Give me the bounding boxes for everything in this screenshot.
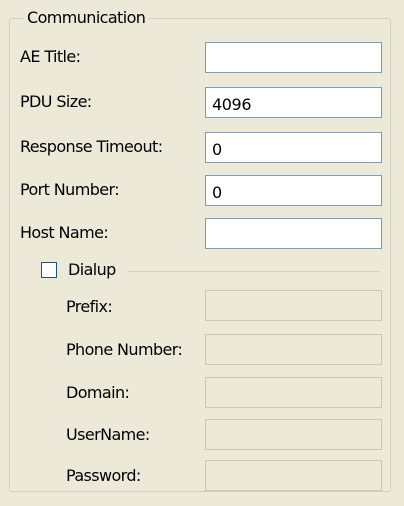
pdu-size-label: PDU Size: [20, 92, 92, 111]
dialup-group-divider [128, 271, 379, 272]
host-name-input[interactable] [205, 218, 382, 249]
response-timeout-label: Response Timeout: [20, 137, 163, 156]
domain-label: Domain: [66, 383, 130, 402]
ae-title-label: AE Title: [20, 47, 81, 66]
domain-input [205, 377, 382, 408]
password-label: Password: [66, 466, 141, 485]
prefix-label: Prefix: [66, 297, 113, 316]
communication-group-title: Communication [24, 8, 149, 28]
phone-number-label: Phone Number: [66, 340, 183, 359]
username-label: UserName: [66, 425, 150, 444]
port-number-label: Port Number: [20, 180, 120, 199]
phone-number-input [205, 334, 382, 365]
response-timeout-input[interactable] [205, 132, 382, 163]
host-name-label: Host Name: [20, 223, 109, 242]
dialup-checkbox[interactable] [41, 262, 57, 278]
dialup-label[interactable]: Dialup [68, 260, 122, 280]
prefix-input [205, 290, 382, 321]
ae-title-input[interactable] [205, 42, 382, 73]
password-input [205, 460, 382, 491]
pdu-size-input[interactable] [205, 87, 382, 118]
port-number-input[interactable] [205, 175, 382, 206]
username-input [205, 419, 382, 450]
communication-panel: Communication AE Title: PDU Size: Respon… [0, 0, 404, 506]
